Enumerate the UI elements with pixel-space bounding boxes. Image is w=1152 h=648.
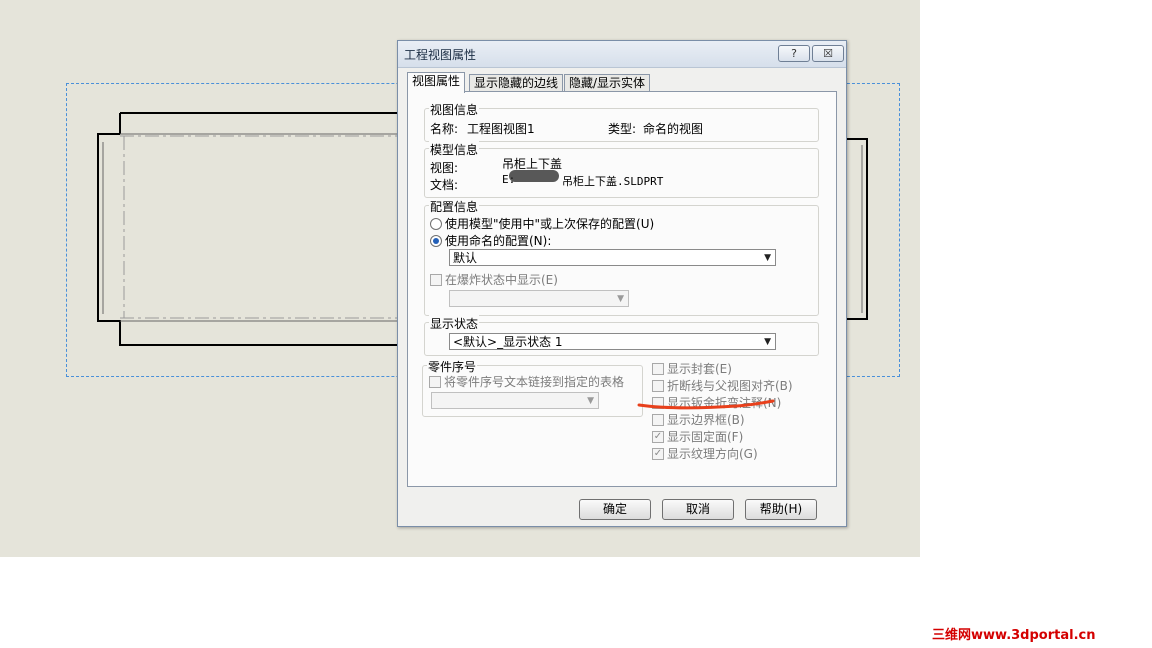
ok-button[interactable]: 确定: [579, 499, 651, 520]
link-balloon-checkbox[interactable]: [429, 376, 441, 388]
help-icon[interactable]: ?: [778, 45, 810, 62]
balloon-table-select[interactable]: ▼: [431, 392, 599, 409]
chevron-down-icon: ▼: [764, 337, 771, 347]
show-exploded-checkbox[interactable]: [430, 274, 442, 286]
align-break-lines-label[interactable]: 折断线与父视图对齐(B): [667, 377, 793, 394]
tab-hide-show-bodies[interactable]: 隐藏/显示实体: [564, 74, 651, 92]
show-bounding-box-checkbox[interactable]: [652, 414, 664, 426]
display-state-group: 显示状态 <默认>_显示状态 1 ▼: [424, 315, 819, 356]
close-icon[interactable]: ☒: [812, 45, 844, 62]
dialog-title: 工程视图属性: [404, 48, 477, 62]
dialog-titlebar[interactable]: 工程视图属性 ? ☒: [398, 41, 846, 68]
chevron-down-icon: ▼: [617, 294, 624, 304]
document-label: 文档:: [430, 178, 459, 192]
view-info-label: 视图信息: [429, 101, 480, 118]
drawing-view-properties-dialog: 工程视图属性 ? ☒ 视图属性 显示隐藏的边线 隐藏/显示实体 视图信息 名称:…: [397, 40, 847, 527]
show-exploded-label[interactable]: 在爆炸状态中显示(E): [445, 271, 558, 288]
model-info-group: 模型信息 视图: 吊柜上下盖 文档: E: 吊柜上下盖.SLDPRT: [424, 141, 819, 198]
red-underline-annotation: [637, 399, 775, 410]
model-view-label: 视图:: [430, 161, 459, 175]
chevron-down-icon: ▼: [587, 396, 594, 406]
config-info-group: 配置信息 使用模型"使用中"或上次保存的配置(U) 使用命名的配置(N): 默认…: [424, 198, 819, 316]
view-properties-panel: 视图信息 名称: 工程图视图1 类型: 命名的视图 模型信息 视图: 吊柜上下盖…: [407, 91, 837, 487]
link-balloon-label[interactable]: 将零件序号文本链接到指定的表格: [444, 373, 624, 390]
type-label: 类型:: [608, 122, 637, 136]
config-info-label: 配置信息: [429, 198, 480, 215]
named-config-value: 默认: [453, 251, 478, 265]
balloon-group: 零件序号 将零件序号文本链接到指定的表格 ▼: [422, 358, 643, 417]
model-info-label: 模型信息: [429, 141, 480, 158]
help-button[interactable]: 帮助(H): [745, 499, 817, 520]
view-info-group: 视图信息 名称: 工程图视图1 类型: 命名的视图: [424, 101, 819, 142]
align-break-lines-checkbox[interactable]: [652, 380, 664, 392]
show-grain-direction-label[interactable]: 显示纹理方向(G): [667, 445, 758, 462]
show-bounding-box-label[interactable]: 显示边界框(B): [667, 411, 745, 428]
show-envelope-label[interactable]: 显示封套(E): [667, 360, 732, 377]
type-value: 命名的视图: [643, 122, 704, 136]
cancel-button[interactable]: 取消: [662, 499, 734, 520]
display-state-select[interactable]: <默认>_显示状态 1 ▼: [449, 333, 776, 350]
use-model-config-radio[interactable]: [430, 218, 442, 230]
display-state-value: <默认>_显示状态 1: [453, 335, 563, 349]
show-grain-direction-checkbox[interactable]: ✓: [652, 448, 664, 460]
show-envelope-checkbox[interactable]: [652, 363, 664, 375]
chevron-down-icon: ▼: [764, 253, 771, 263]
document-path-value: 吊柜上下盖.SLDPRT: [562, 175, 664, 188]
use-model-config-label[interactable]: 使用模型"使用中"或上次保存的配置(U): [445, 215, 654, 232]
name-label: 名称:: [430, 122, 459, 136]
show-fixed-face-label[interactable]: 显示固定面(F): [667, 428, 743, 445]
redacted-path-mark: [509, 170, 559, 182]
exploded-config-select[interactable]: ▼: [449, 290, 629, 307]
show-fixed-face-checkbox[interactable]: ✓: [652, 431, 664, 443]
site-watermark: 三维网www.3dportal.cn: [932, 628, 1096, 643]
named-config-select[interactable]: 默认 ▼: [449, 249, 776, 266]
use-named-config-label[interactable]: 使用命名的配置(N):: [445, 232, 551, 249]
tab-view-properties[interactable]: 视图属性: [407, 72, 466, 93]
tab-show-hidden-edges[interactable]: 显示隐藏的边线: [469, 74, 564, 92]
use-named-config-radio[interactable]: [430, 235, 442, 247]
display-state-label: 显示状态: [429, 315, 480, 332]
name-value: 工程图视图1: [467, 122, 535, 136]
